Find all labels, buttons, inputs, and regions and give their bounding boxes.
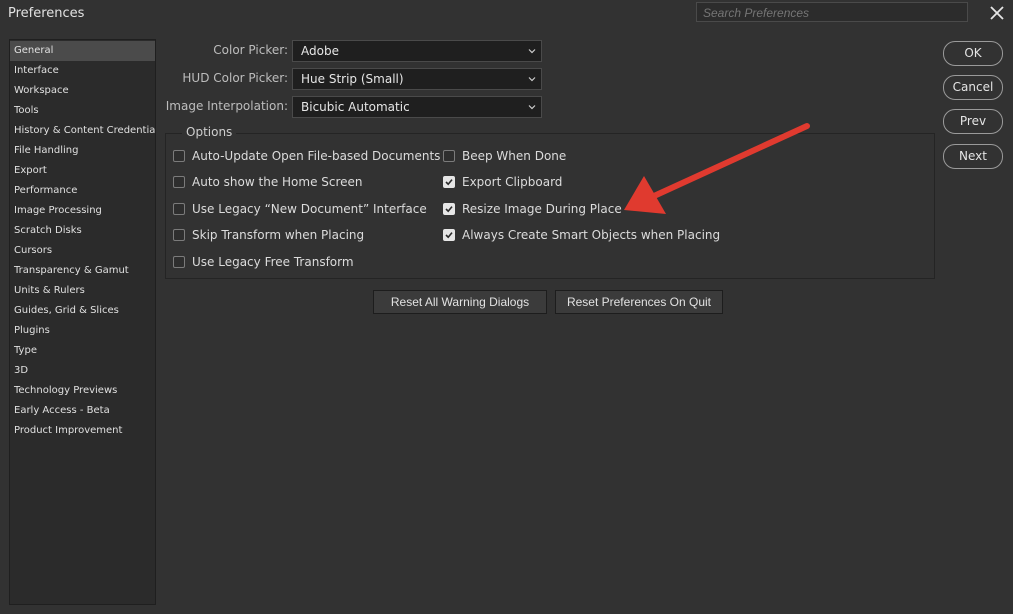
sidebar-item[interactable]: Early Access - Beta bbox=[10, 401, 155, 421]
checkbox[interactable] bbox=[443, 176, 455, 188]
sidebar-item[interactable]: Units & Rulers bbox=[10, 281, 155, 301]
sidebar-item[interactable]: Plugins bbox=[10, 321, 155, 341]
sidebar-item[interactable]: Guides, Grid & Slices bbox=[10, 301, 155, 321]
sidebar-item[interactable]: Cursors bbox=[10, 241, 155, 261]
chevron-down-icon bbox=[528, 77, 536, 82]
checkbox-label: Export Clipboard bbox=[462, 175, 563, 189]
checkbox-label: Use Legacy “New Document” Interface bbox=[192, 202, 427, 216]
checkbox[interactable] bbox=[173, 150, 185, 162]
check-icon bbox=[445, 232, 453, 239]
check-icon bbox=[445, 206, 453, 213]
image-interpolation-select[interactable]: Bicubic Automatic bbox=[292, 96, 542, 118]
check-icon bbox=[445, 179, 453, 186]
sidebar-item[interactable]: File Handling bbox=[10, 141, 155, 161]
sidebar-item[interactable]: General bbox=[10, 41, 155, 61]
checkbox[interactable] bbox=[173, 229, 185, 241]
cancel-button[interactable]: Cancel bbox=[943, 75, 1003, 100]
hud-color-picker-value: Hue Strip (Small) bbox=[301, 72, 404, 86]
checkbox[interactable] bbox=[443, 150, 455, 162]
checkbox-label: Resize Image During Place bbox=[462, 202, 622, 216]
title-bar: Preferences bbox=[0, 0, 1013, 28]
sidebar-item[interactable]: Workspace bbox=[10, 81, 155, 101]
sidebar-item[interactable]: Interface bbox=[10, 61, 155, 81]
sidebar-item[interactable]: Product Improvement bbox=[10, 421, 155, 441]
sidebar-item[interactable]: Performance bbox=[10, 181, 155, 201]
ok-button[interactable]: OK bbox=[943, 41, 1003, 66]
sidebar-item[interactable]: Image Processing bbox=[10, 201, 155, 221]
checkbox-label: Use Legacy Free Transform bbox=[192, 255, 354, 269]
reset-warning-dialogs-button[interactable]: Reset All Warning Dialogs bbox=[373, 290, 547, 314]
chevron-down-icon bbox=[528, 105, 536, 110]
checkbox-label: Skip Transform when Placing bbox=[192, 228, 365, 242]
checkbox-label: Auto-Update Open File-based Documents bbox=[192, 149, 441, 163]
image-interpolation-value: Bicubic Automatic bbox=[301, 100, 410, 114]
sidebar-item[interactable]: Scratch Disks bbox=[10, 221, 155, 241]
sidebar-item[interactable]: 3D bbox=[10, 361, 155, 381]
sidebar-item[interactable]: History & Content Credentials bbox=[10, 121, 155, 141]
checkbox-label: Always Create Smart Objects when Placing bbox=[462, 228, 721, 242]
checkbox[interactable] bbox=[173, 176, 185, 188]
red-arrow-annotation bbox=[624, 123, 810, 214]
reset-preferences-button[interactable]: Reset Preferences On Quit bbox=[555, 290, 723, 314]
checkbox[interactable] bbox=[443, 229, 455, 241]
sidebar-item[interactable]: Tools bbox=[10, 101, 155, 121]
hud-color-picker-row: HUD Color Picker: Hue Strip (Small) bbox=[166, 68, 546, 90]
color-picker-row: Color Picker: Adobe bbox=[166, 40, 546, 62]
prev-button[interactable]: Prev bbox=[943, 109, 1003, 134]
checkbox-label: Auto show the Home Screen bbox=[192, 175, 363, 189]
image-interpolation-row: Image Interpolation: Bicubic Automatic bbox=[166, 96, 546, 118]
checkbox-label: Beep When Done bbox=[462, 149, 567, 163]
checkbox[interactable] bbox=[173, 256, 185, 268]
sidebar-item[interactable]: Type bbox=[10, 341, 155, 361]
color-picker-label: Color Picker: bbox=[213, 43, 288, 57]
color-picker-value: Adobe bbox=[301, 44, 339, 58]
checkbox[interactable] bbox=[443, 203, 455, 215]
sidebar-item[interactable]: Technology Previews bbox=[10, 381, 155, 401]
hud-color-picker-label: HUD Color Picker: bbox=[182, 71, 288, 85]
chevron-down-icon bbox=[528, 49, 536, 54]
options-legend: Options bbox=[182, 125, 237, 139]
category-sidebar: General Interface Workspace Tools History & … bbox=[9, 39, 156, 605]
close-icon[interactable] bbox=[988, 4, 1006, 22]
color-picker-select[interactable]: Adobe bbox=[292, 40, 542, 62]
sidebar-item[interactable]: Export bbox=[10, 161, 155, 181]
sidebar-item[interactable]: Transparency & Gamut bbox=[10, 261, 155, 281]
hud-color-picker-select[interactable]: Hue Strip (Small) bbox=[292, 68, 542, 90]
window-title: Preferences bbox=[8, 6, 85, 21]
next-button[interactable]: Next bbox=[943, 144, 1003, 169]
search-input[interactable] bbox=[696, 2, 968, 22]
image-interpolation-label: Image Interpolation: bbox=[165, 99, 288, 113]
checkbox[interactable] bbox=[173, 203, 185, 215]
